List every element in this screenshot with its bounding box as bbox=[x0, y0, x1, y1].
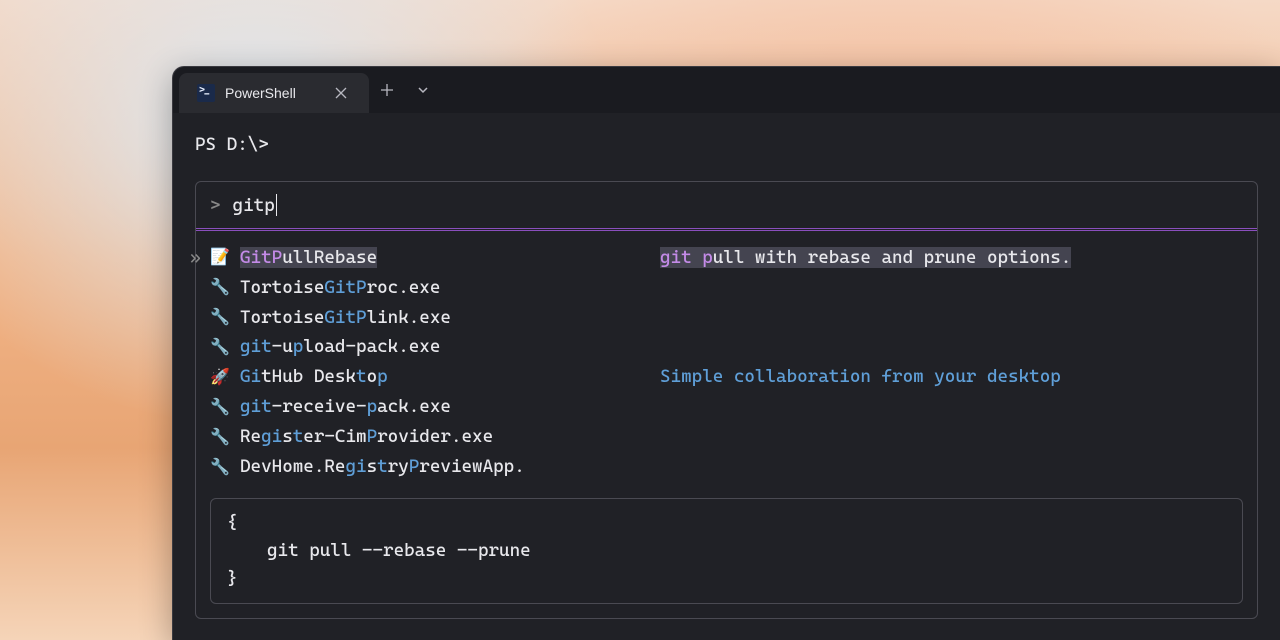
terminal-body: PS D:\> > gitp » 📝 GitPullRebase 🔧 TortoiseG… bbox=[173, 113, 1280, 640]
item-type-icon: 🔧 bbox=[210, 395, 230, 420]
selection-marker-icon: » bbox=[190, 244, 201, 272]
preview-open-brace: { bbox=[227, 509, 1226, 537]
suggestion-text: DevHome.RegistryPreviewApp. bbox=[240, 453, 525, 481]
suggestion-item[interactable]: 🔧 Register-CimProvider.exe bbox=[210, 422, 630, 452]
new-tab-button[interactable] bbox=[369, 67, 405, 113]
item-type-icon: 📝 bbox=[210, 245, 230, 270]
suggestion-text: TortoiseGitProc.exe bbox=[240, 274, 440, 302]
input-chevron-icon: > bbox=[210, 192, 221, 220]
preview-pane: { git pull --rebase --prune } bbox=[210, 498, 1243, 604]
suggestion-item[interactable]: 🔧 git-upload-pack.exe bbox=[210, 332, 630, 362]
tab-powershell[interactable]: PowerShell bbox=[179, 73, 369, 113]
suggestion-item[interactable]: 🚀 GitHub Desktop bbox=[210, 362, 630, 392]
suggestion-text: GitHub Desktop bbox=[240, 363, 388, 391]
suggestion-panel: > gitp »📝GitPullRebase🔧TortoiseGitProc.e… bbox=[195, 181, 1258, 619]
suggestion-item[interactable]: 🔧 DevHome.RegistryPreviewApp. bbox=[210, 452, 630, 482]
item-type-icon: 🔧 bbox=[210, 425, 230, 450]
item-type-icon: 🔧 bbox=[210, 455, 230, 480]
item-type-icon: 🔧 bbox=[210, 305, 230, 330]
suggestion-text: git-upload-pack.exe bbox=[240, 333, 440, 361]
item-type-icon: 🚀 bbox=[210, 365, 230, 390]
suggestion-description: git pull with rebase and prune options. bbox=[660, 243, 1243, 273]
suggestion-description bbox=[660, 422, 1243, 452]
powershell-icon bbox=[197, 84, 215, 102]
suggestion-item[interactable]: 🔧 TortoiseGitProc.exe bbox=[210, 273, 630, 303]
suggestion-item[interactable]: 🔧 git-receive-pack.exe bbox=[210, 392, 630, 422]
suggestion-input-row[interactable]: > gitp bbox=[196, 182, 1257, 230]
input-text[interactable]: gitp bbox=[233, 192, 277, 220]
suggestion-text: GitPullRebase bbox=[240, 244, 377, 272]
item-type-icon: 🔧 bbox=[210, 335, 230, 360]
suggestion-results: »📝GitPullRebase🔧TortoiseGitProc.exe🔧Tort… bbox=[196, 231, 1257, 498]
suggestion-text: git-receive-pack.exe bbox=[240, 393, 451, 421]
suggestion-item[interactable]: »📝GitPullRebase bbox=[210, 243, 630, 273]
preview-close-brace: } bbox=[227, 565, 1226, 593]
suggestion-text: TortoiseGitPlink.exe bbox=[240, 304, 451, 332]
suggestion-item[interactable]: 🔧 TortoiseGitPlink.exe bbox=[210, 303, 630, 333]
close-icon[interactable] bbox=[327, 70, 355, 116]
tab-title: PowerShell bbox=[225, 85, 317, 101]
suggestion-description: Simple collaboration from your desktop bbox=[660, 362, 1243, 392]
item-type-icon: 🔧 bbox=[210, 275, 230, 300]
suggestion-description bbox=[660, 303, 1243, 333]
suggestion-description bbox=[660, 332, 1243, 362]
text-cursor bbox=[276, 194, 277, 216]
prompt-line: PS D:\> bbox=[195, 131, 1258, 159]
suggestion-text: Register-CimProvider.exe bbox=[240, 423, 493, 451]
tab-dropdown-button[interactable] bbox=[405, 67, 441, 113]
suggestion-description bbox=[660, 273, 1243, 303]
terminal-window: PowerShell PS D:\> > gitp » 📝 GitPullRebas… bbox=[172, 66, 1280, 640]
suggestion-description bbox=[660, 452, 1243, 482]
preview-body: git pull --rebase --prune bbox=[227, 537, 1226, 565]
tab-bar: PowerShell bbox=[173, 67, 1280, 113]
suggestion-description bbox=[660, 392, 1243, 422]
